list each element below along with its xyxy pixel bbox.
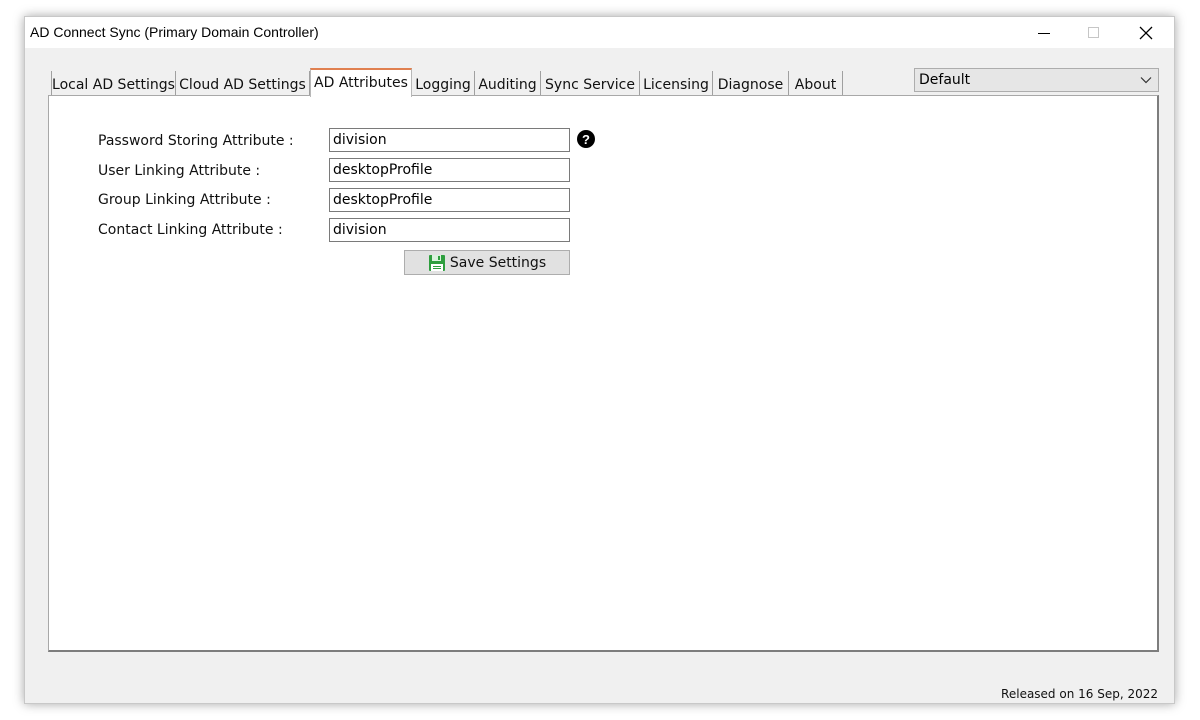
minimize-button[interactable] bbox=[1021, 17, 1067, 48]
tab-local-ad-settings[interactable]: Local AD Settings bbox=[51, 71, 176, 96]
contact-linking-label: Contact Linking Attribute : bbox=[98, 222, 283, 238]
tab-diagnose[interactable]: Diagnose bbox=[713, 71, 789, 96]
maximize-icon bbox=[1088, 26, 1099, 38]
profile-select-value: Default bbox=[919, 72, 971, 88]
title-bar: AD Connect Sync (Primary Domain Controll… bbox=[25, 17, 1174, 48]
save-settings-label: Save Settings bbox=[449, 254, 547, 271]
maximize-button[interactable] bbox=[1071, 17, 1117, 48]
chevron-down-icon bbox=[1140, 77, 1152, 84]
close-icon bbox=[1139, 26, 1153, 39]
group-linking-label: Group Linking Attribute : bbox=[98, 192, 271, 208]
profile-select[interactable]: Default bbox=[914, 68, 1159, 92]
contact-linking-input[interactable]: division bbox=[329, 218, 570, 242]
tab-logging[interactable]: Logging bbox=[412, 71, 475, 96]
minimize-icon bbox=[1038, 32, 1050, 34]
tab-about[interactable]: About bbox=[789, 71, 843, 96]
tab-sync-service[interactable]: Sync Service bbox=[541, 71, 640, 96]
close-button[interactable] bbox=[1123, 17, 1169, 48]
password-storing-input[interactable]: division bbox=[329, 128, 570, 152]
user-linking-label: User Linking Attribute : bbox=[98, 163, 261, 179]
tab-ad-attributes[interactable]: AD Attributes bbox=[310, 68, 412, 97]
save-settings-button[interactable]: Save Settings bbox=[404, 250, 570, 275]
password-storing-label: Password Storing Attribute : bbox=[98, 133, 294, 149]
floppy-disk-icon bbox=[428, 254, 445, 271]
window-title: AD Connect Sync (Primary Domain Controll… bbox=[30, 24, 319, 40]
tab-auditing[interactable]: Auditing bbox=[475, 71, 541, 96]
user-linking-input[interactable]: desktopProfile bbox=[329, 158, 570, 182]
tab-licensing[interactable]: Licensing bbox=[640, 71, 713, 96]
app-window: AD Connect Sync (Primary Domain Controll… bbox=[24, 16, 1175, 704]
release-status: Released on 16 Sep, 2022 bbox=[1001, 687, 1158, 701]
group-linking-input[interactable]: desktopProfile bbox=[329, 188, 570, 212]
help-icon[interactable]: ? bbox=[577, 130, 595, 148]
tab-cloud-ad-settings[interactable]: Cloud AD Settings bbox=[176, 71, 310, 96]
ad-attributes-panel: Password Storing Attribute : division ? … bbox=[48, 95, 1159, 652]
